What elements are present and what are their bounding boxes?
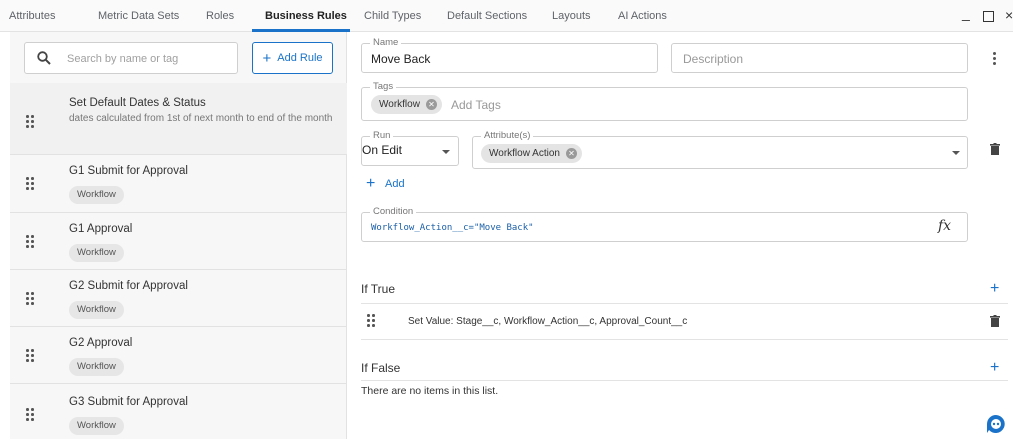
tab-child-types[interactable]: Child Types: [364, 0, 421, 32]
divider: [361, 303, 1008, 304]
tags-legend: Tags: [370, 81, 397, 93]
rule-title: G2 Approval: [69, 337, 133, 349]
rule-title: G2 Submit for Approval: [69, 280, 188, 292]
rule-item[interactable]: G2 Approval Workflow: [10, 327, 347, 384]
drag-handle-icon[interactable]: [26, 235, 36, 249]
attribute-chip[interactable]: Workflow Action ✕: [481, 144, 582, 163]
condition-field[interactable]: Condition Workflow_Action__c="Move Back"…: [361, 206, 968, 242]
remove-attribute-icon[interactable]: ✕: [565, 148, 577, 159]
rule-title: G3 Submit for Approval: [69, 396, 188, 408]
tag-chip-label: Workflow: [379, 99, 420, 110]
attributes-select[interactable]: Attribute(s) Workflow Action ✕: [472, 130, 968, 169]
delete-icon[interactable]: [990, 315, 1000, 327]
add-if-false-icon[interactable]: +: [990, 360, 999, 376]
divider: [361, 339, 1008, 340]
plus-icon[interactable]: +: [366, 176, 375, 192]
tab-roles[interactable]: Roles: [206, 0, 234, 32]
rule-item[interactable]: G1 Submit for Approval Workflow: [10, 155, 347, 213]
rule-item[interactable]: Set Default Dates & Status dates calcula…: [10, 83, 347, 155]
drag-handle-icon[interactable]: [26, 177, 36, 191]
drag-handle-icon[interactable]: [26, 115, 36, 129]
rule-item[interactable]: G1 Approval Workflow: [10, 213, 347, 270]
run-value: On Edit: [362, 143, 403, 157]
description-field[interactable]: Description: [671, 43, 968, 73]
rule-item[interactable]: G2 Submit for Approval Workflow: [10, 270, 347, 327]
rule-tag: Workflow: [69, 417, 124, 435]
rules-panel: + Add Rule Set Default Dates & Status da…: [10, 32, 347, 439]
tab-bar: Attributes Metric Data Sets Roles Busine…: [0, 0, 1013, 32]
add-link[interactable]: Add: [385, 178, 405, 190]
divider: [361, 380, 1008, 381]
tab-layouts[interactable]: Layouts: [552, 0, 591, 32]
rule-tag: Workflow: [69, 186, 124, 204]
minimize-button[interactable]: _: [962, 4, 970, 22]
if-true-label: If True: [361, 282, 396, 296]
close-button[interactable]: ×: [1005, 6, 1013, 24]
name-field[interactable]: Name Move Back: [361, 37, 658, 73]
rule-tag: Workflow: [69, 358, 124, 376]
add-tags-input[interactable]: Add Tags: [451, 98, 501, 112]
run-select[interactable]: Run On Edit: [361, 130, 459, 166]
rule-description: dates calculated from 1st of next month …: [69, 113, 333, 124]
drag-handle-icon[interactable]: [26, 292, 36, 306]
search-box[interactable]: [24, 42, 238, 74]
rule-title: Set Default Dates & Status: [69, 97, 206, 109]
rule-tag: Workflow: [69, 244, 124, 262]
more-options-icon[interactable]: [993, 52, 996, 67]
if-false-empty-message: There are no items in this list.: [361, 385, 499, 397]
assistant-icon[interactable]: [986, 414, 1006, 434]
chevron-down-icon: [442, 150, 450, 154]
tags-field[interactable]: Tags Workflow ✕ Add Tags: [361, 81, 968, 121]
attribute-chip-label: Workflow Action: [489, 148, 560, 159]
chevron-down-icon: [952, 151, 960, 155]
tab-default-sections[interactable]: Default Sections: [447, 0, 527, 32]
name-legend: Name: [370, 37, 402, 49]
rule-title: G1 Submit for Approval: [69, 165, 188, 177]
if-false-label: If False: [361, 361, 401, 375]
run-legend: Run: [370, 130, 394, 142]
add-rule-label: Add Rule: [277, 52, 323, 64]
remove-tag-icon[interactable]: ✕: [425, 99, 437, 110]
search-icon: [37, 51, 51, 65]
maximize-button[interactable]: [983, 11, 994, 22]
rule-tag: Workflow: [69, 301, 124, 319]
if-true-action[interactable]: Set Value: Stage__c, Workflow_Action__c,…: [408, 316, 687, 327]
condition-input[interactable]: Workflow_Action__c="Move Back": [371, 223, 534, 233]
condition-legend: Condition: [370, 206, 417, 218]
tab-ai-actions[interactable]: AI Actions: [618, 0, 667, 32]
drag-handle-icon[interactable]: [367, 314, 377, 328]
add-if-true-icon[interactable]: +: [990, 281, 999, 297]
search-input[interactable]: [67, 49, 232, 69]
tab-attributes[interactable]: Attributes: [9, 0, 55, 32]
add-rule-button[interactable]: + Add Rule: [252, 42, 333, 74]
function-icon[interactable]: fx: [938, 218, 951, 234]
plus-icon: +: [262, 49, 272, 67]
rule-item[interactable]: G3 Submit for Approval Workflow: [10, 384, 347, 439]
tab-business-rules[interactable]: Business Rules: [265, 0, 347, 32]
name-input[interactable]: Move Back: [371, 52, 430, 66]
drag-handle-icon[interactable]: [26, 408, 36, 422]
tag-chip[interactable]: Workflow ✕: [371, 95, 442, 114]
delete-icon[interactable]: [990, 143, 1000, 155]
attributes-legend: Attribute(s): [481, 130, 534, 142]
description-input[interactable]: Description: [683, 52, 743, 66]
rule-title: G1 Approval: [69, 223, 133, 235]
drag-handle-icon[interactable]: [26, 349, 36, 363]
tab-metric-data-sets[interactable]: Metric Data Sets: [98, 0, 179, 32]
